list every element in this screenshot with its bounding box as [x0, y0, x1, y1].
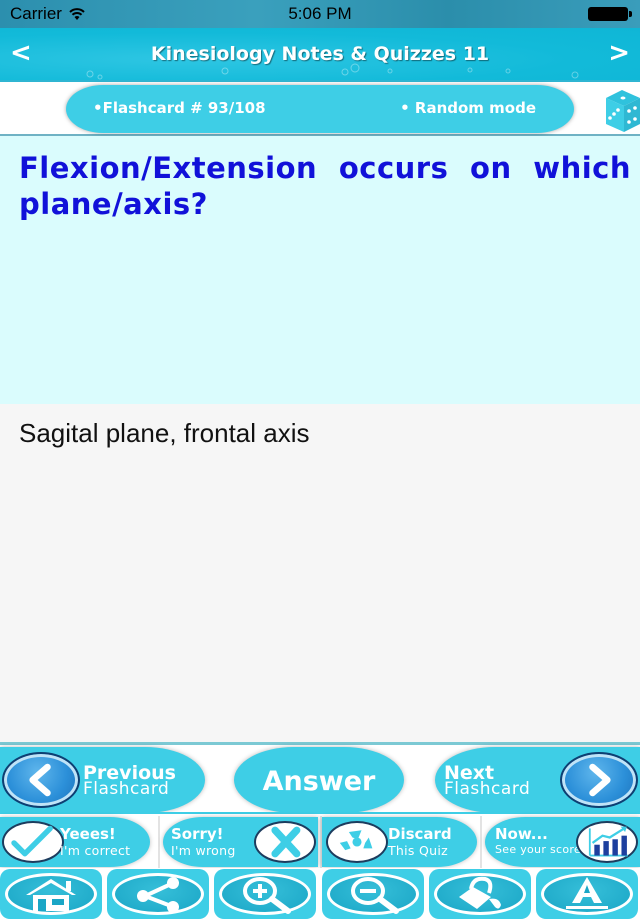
recycle-icon [326, 821, 388, 863]
dice-icon[interactable] [600, 86, 640, 134]
score-title: Now... [495, 825, 548, 843]
page-title: Kinesiology Notes & Quizzes 11 [150, 43, 490, 65]
discard-subtitle: This Quiz [388, 843, 449, 858]
chevron-right-icon [560, 752, 638, 808]
status-bar: Carrier 5:06 PM [0, 0, 640, 28]
wrong-subtitle: I'm wrong [171, 843, 236, 858]
answer-button[interactable]: Answer [234, 747, 404, 813]
mode-label: • Random mode [400, 99, 536, 117]
divider [158, 816, 160, 868]
previous-flashcard-button[interactable]: Previous Flashcard [0, 747, 205, 813]
answer-text: Sagital plane, frontal axis [19, 418, 310, 448]
x-icon [254, 821, 316, 863]
grading-controls: Yeees! I'm correct Sorry! I'm wrong Disc… [0, 812, 640, 868]
answer-label: Answer [262, 766, 376, 797]
discard-quiz-button[interactable]: Discard This Quiz [322, 817, 477, 867]
home-button[interactable] [0, 869, 102, 919]
zoom-out-icon [351, 877, 399, 914]
question-panel: Flexion/Extension occurs on which plane/… [0, 136, 640, 404]
discard-title: Discard [388, 825, 452, 843]
nav-next-button[interactable]: > [608, 38, 630, 68]
correct-title: Yeees! [60, 825, 116, 843]
bottom-toolbar [0, 868, 640, 920]
zoom-in-icon [243, 877, 291, 914]
correct-button[interactable]: Yeees! I'm correct [0, 817, 150, 867]
see-score-button[interactable]: Now... See your score [485, 817, 640, 867]
divider [480, 816, 482, 868]
share-button[interactable] [107, 869, 209, 919]
font-icon [566, 877, 608, 909]
wrong-title: Sorry! [171, 825, 224, 843]
wrong-button[interactable]: Sorry! I'm wrong [163, 817, 318, 867]
bar-chart-icon [576, 821, 638, 863]
status-time: 5:06 PM [288, 4, 352, 23]
zoom-in-button[interactable] [214, 869, 316, 919]
home-icon [26, 879, 76, 911]
checkmark-icon [2, 821, 64, 863]
flashcard-counter: •Flashcard # 93/108 [93, 99, 266, 117]
next-subtitle: Flashcard [444, 779, 531, 799]
font-button[interactable] [536, 869, 638, 919]
share-icon [137, 877, 179, 913]
next-flashcard-button[interactable]: Next Flashcard [435, 747, 640, 813]
question-text: Flexion/Extension occurs on which plane/… [19, 151, 631, 221]
background-color-button[interactable] [429, 869, 531, 919]
paint-bucket-icon [459, 876, 501, 909]
info-strip: •Flashcard # 93/108 • Random mode [0, 80, 640, 136]
battery-full-icon [588, 7, 632, 21]
correct-subtitle: I'm correct [60, 843, 131, 858]
navigation-controls: Previous Flashcard Answer Next Flashcard [0, 742, 640, 813]
chevron-left-icon [2, 752, 80, 808]
flashcard-info-pill: •Flashcard # 93/108 • Random mode [66, 85, 574, 133]
score-subtitle: See your score [495, 843, 582, 856]
zoom-out-button[interactable] [322, 869, 424, 919]
previous-subtitle: Flashcard [83, 779, 170, 799]
nav-bar: < Kinesiology Notes & Quizzes 11 > [0, 28, 640, 80]
answer-panel: Sagital plane, frontal axis [0, 404, 640, 742]
